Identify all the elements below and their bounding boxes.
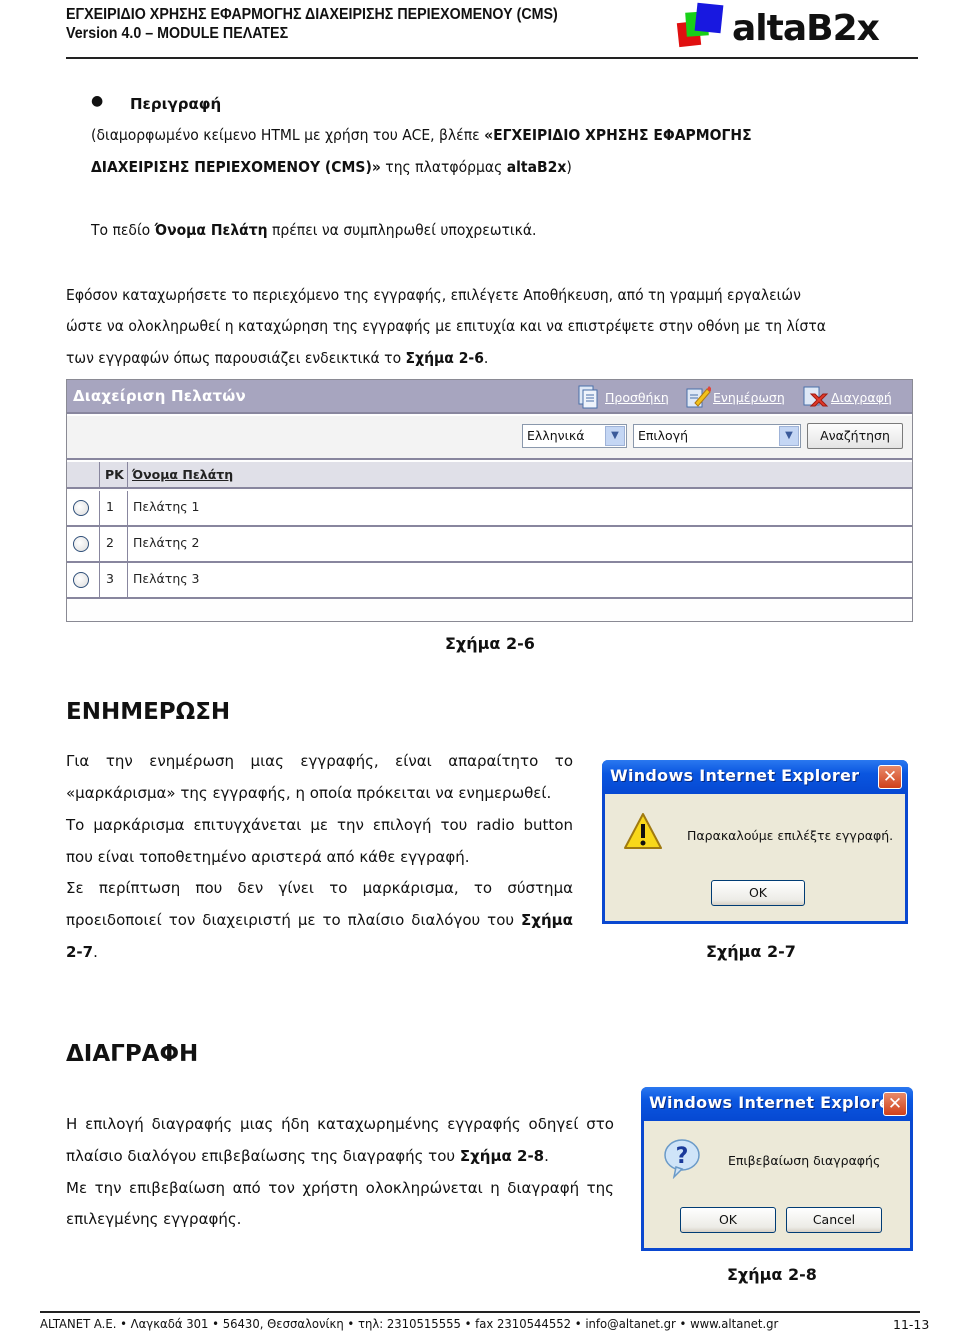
delete-x-icon [801, 383, 829, 411]
delete-text-line-3: Με την επιβεβαίωση από τον χρήστη ολοκλη… [66, 1179, 614, 1197]
update-label: Ενημέρωση [713, 389, 785, 405]
row-customer-name: Πελάτης 2 [133, 535, 200, 550]
column-header-pk: PK [105, 467, 124, 482]
column-divider [99, 491, 100, 525]
delete-section-title: ΔΙΑΓΡΑΦΗ [66, 1041, 199, 1067]
update-text-line-6: προειδοποιεί τον διαχειριστή με το πλαίσ… [66, 911, 573, 929]
row-radio-button[interactable] [73, 500, 89, 516]
search-button[interactable]: Αναζήτηση [807, 423, 903, 449]
save-paragraph-line-1: Εφόσον καταχωρήσετε το περιεχόμενο της ε… [66, 286, 801, 304]
bullet-title: Περιγραφή [130, 95, 222, 113]
close-icon[interactable]: ✕ [878, 765, 902, 789]
ok-button[interactable]: OK [711, 880, 805, 906]
update-text-line-2: «μαρκάρισμα» της εγγραφής, η οποία πρόκε… [66, 784, 552, 802]
column-divider [127, 462, 128, 487]
logo-blue-square [694, 2, 724, 34]
column-divider [99, 462, 100, 487]
page-number: 11-13 [893, 1317, 930, 1332]
column-divider [99, 527, 100, 561]
footer-divider [40, 1311, 920, 1313]
update-text-line-1: Για την ενημέρωση μιας εγγραφής, είναι α… [66, 752, 573, 770]
update-text-line-3: Το μαρκάρισμα επιτυγχάνεται με την επιλο… [66, 816, 573, 834]
dialog-message: Παρακαλούμε επιλέξτε εγγραφή. [687, 828, 894, 843]
table-row: 1 Πελάτης 1 [67, 491, 912, 527]
warning-icon [623, 812, 663, 856]
table-row: 2 Πελάτης 2 [67, 527, 912, 563]
dialog-titlebar: Windows Internet Explorer ✕ [641, 1087, 913, 1121]
question-icon: ? [662, 1137, 702, 1183]
customer-management-panel: Διαχείριση Πελατών Προσθήκη Ενημέρωση Δι… [66, 379, 913, 622]
table-row: 3 Πελάτης 3 [67, 563, 912, 599]
update-section-title: ΕΝΗΜΕΡΩΣΗ [66, 699, 231, 725]
save-paragraph-line-3: των εγγραφών όπως παρουσιάζει ενδεικτικά… [66, 349, 489, 367]
column-divider [127, 491, 128, 525]
column-divider [127, 563, 128, 597]
row-customer-name: Πελάτης 3 [133, 571, 200, 586]
add-button[interactable]: Προσθήκη [575, 383, 669, 411]
language-select[interactable]: Ελληνικά ▼ [522, 424, 627, 448]
select-record-alert-dialog: Windows Internet Explorer ✕ Παρακαλούμε … [602, 760, 908, 924]
ok-button[interactable]: OK [680, 1207, 776, 1233]
delete-text-line-4: επιλεγμένης εγγραφής. [66, 1210, 242, 1228]
dialog-title: Windows Internet Explorer [610, 766, 860, 785]
save-paragraph-line-2: ώστε να ολοκληρωθεί η καταχώρηση της εγγ… [66, 317, 826, 335]
footer-contact: ALTANET A.E. • Λαγκαδά 301 • 56430, Θεσσ… [40, 1317, 779, 1331]
chevron-down-icon: ▼ [605, 426, 625, 446]
field-select[interactable]: Επιλογή ▼ [633, 424, 801, 448]
svg-text:?: ? [676, 1144, 689, 1169]
column-divider [127, 527, 128, 561]
edit-pencil-icon [683, 383, 712, 411]
cancel-button[interactable]: Cancel [786, 1207, 882, 1233]
panel-header-bar: Διαχείριση Πελατών Προσθήκη Ενημέρωση Δι… [67, 380, 912, 414]
column-header-customer-name[interactable]: Όνομα Πελάτη [132, 467, 233, 482]
row-radio-button[interactable] [73, 572, 89, 588]
row-customer-name: Πελάτης 1 [133, 499, 200, 514]
update-text-line-5: Σε περίπτωση που δεν γίνει το μαρκάρισμα… [66, 879, 573, 897]
dialog-message: Επιβεβαίωση διαγραφής [728, 1153, 881, 1168]
chevron-down-icon: ▼ [779, 426, 799, 446]
description-line-1: (διαμορφωμένο κείμενο HTML με χρήση του … [91, 126, 752, 144]
figure-2-7-caption: Σχήμα 2-7 [706, 942, 796, 961]
update-text-line-4: που είναι τοποθετημένο αριστερά από κάθε… [66, 848, 470, 866]
header-divider [66, 57, 918, 59]
header-title-line1: ΕΓΧΕΙΡΙΔΙΟ ΧΡΗΣΗΣ ΕΦΑΡΜΟΓΗΣ ΔΙΑΧΕΙΡΙΣΗΣ … [66, 6, 558, 23]
required-field-note: Το πεδίο Όνομα Πελάτη πρέπει να συμπληρω… [91, 221, 537, 239]
description-line-2: ΔΙΑΧΕΙΡΙΣΗΣ ΠΕΡΙΕΧΟΜΕΝΟΥ (CMS)» της πλατ… [91, 158, 572, 176]
row-pk: 3 [106, 571, 114, 586]
language-select-value: Ελληνικά [527, 428, 585, 443]
add-document-icon [575, 383, 603, 411]
row-pk: 1 [106, 499, 114, 514]
row-pk: 2 [106, 535, 114, 550]
delete-text-line-2: πλαίσιο διαλόγου επιβεβαίωσης της διαγρα… [66, 1147, 549, 1165]
dialog-title: Windows Internet Explorer [649, 1093, 899, 1112]
document-header-title: ΕΓΧΕΙΡΙΔΙΟ ΧΡΗΣΗΣ ΕΦΑΡΜΟΓΗΣ ΔΙΑΧΕΙΡΙΣΗΣ … [66, 5, 558, 43]
update-text-line-7: 2-7. [66, 943, 98, 961]
update-button[interactable]: Ενημέρωση [683, 383, 785, 411]
panel-title: Διαχείριση Πελατών [73, 387, 246, 405]
field-select-value: Επιλογή [638, 428, 689, 443]
add-label: Προσθήκη [605, 389, 669, 405]
column-divider [99, 563, 100, 597]
figure-2-8-caption: Σχήμα 2-8 [727, 1265, 817, 1284]
bullet-icon: ● [91, 93, 104, 109]
row-radio-button[interactable] [73, 536, 89, 552]
delete-text-line-1: Η επιλογή διαγραφής μιας ήδη καταχωρημέν… [66, 1115, 614, 1133]
delete-label: Διαγραφή [831, 389, 892, 405]
delete-button[interactable]: Διαγραφή [801, 383, 892, 411]
dialog-titlebar: Windows Internet Explorer ✕ [602, 760, 908, 794]
figure-2-6-caption: Σχήμα 2-6 [445, 634, 535, 653]
logo-text: altaB2x [732, 8, 880, 49]
altab2x-logo: altaB2x [672, 2, 912, 56]
table-header: PK Όνομα Πελάτη [67, 462, 912, 489]
delete-confirm-dialog: Windows Internet Explorer ✕ ? Επιβεβαίωσ… [641, 1087, 913, 1251]
header-title-line2: Version 4.0 – MODULE ΠΕΛΑΤΕΣ [66, 25, 289, 42]
close-icon[interactable]: ✕ [883, 1092, 907, 1116]
